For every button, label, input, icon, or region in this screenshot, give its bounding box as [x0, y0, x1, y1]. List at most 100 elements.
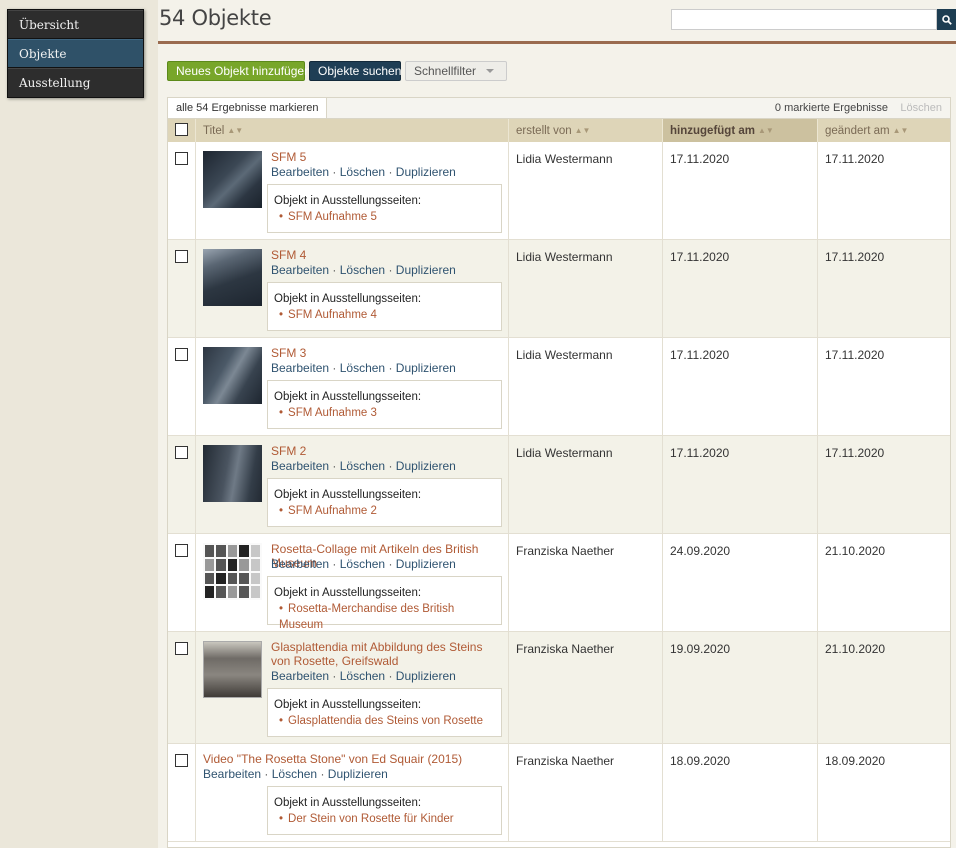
exhibit-page-link[interactable]: SFM Aufnahme 3 [274, 405, 501, 421]
quick-filter-dropdown[interactable]: Schnellfilter [405, 61, 507, 81]
delete-link[interactable]: Löschen [340, 557, 385, 571]
title-cell: Video "The Rosetta Stone" von Ed Squair … [196, 744, 509, 841]
edit-link[interactable]: Bearbeiten [203, 767, 261, 781]
column-modified[interactable]: geändert am ▲▼ [818, 119, 950, 142]
batch-delete-button[interactable]: Löschen [900, 98, 942, 118]
exhibit-page-link[interactable]: Der Stein von Rosette für Kinder [274, 811, 501, 827]
title-cell: SFM 4 Bearbeiten · Löschen · Duplizieren… [196, 240, 509, 337]
creator-text: Lidia Westermann [516, 250, 613, 264]
added-cell: 18.09.2020 [663, 744, 818, 841]
object-thumbnail[interactable] [203, 445, 262, 502]
row-checkbox[interactable] [175, 348, 188, 361]
title-cell: Rosetta-Collage mit Artikeln des British… [196, 534, 509, 631]
exhibit-pages-label: Objekt in Ausstellungsseiten: [274, 699, 422, 711]
object-thumbnail[interactable] [203, 249, 262, 306]
search-input[interactable] [671, 9, 937, 30]
edit-link[interactable]: Bearbeiten [271, 557, 329, 571]
delete-link[interactable]: Löschen [340, 669, 385, 683]
exhibit-pages-box: Objekt in Ausstellungsseiten: SFM Aufnah… [267, 282, 502, 331]
action-separator: · [388, 263, 393, 277]
creator-cell: Franziska Naether [509, 744, 663, 841]
table-row: SFM 3 Bearbeiten · Löschen · Duplizieren… [168, 338, 950, 436]
object-title-link[interactable]: SFM 5 [271, 150, 503, 164]
exhibit-page-link[interactable]: SFM Aufnahme 5 [274, 209, 501, 225]
exhibit-pages-box: Objekt in Ausstellungsseiten: Rosetta-Me… [267, 576, 502, 631]
object-title-link[interactable]: Video "The Rosetta Stone" von Ed Squair … [203, 752, 503, 766]
nav-item-objects[interactable]: Objekte [8, 39, 143, 68]
search-button[interactable] [937, 9, 956, 30]
action-separator: · [332, 459, 337, 473]
column-added[interactable]: hinzugefügt am ▲▼ [663, 119, 818, 142]
modified-date: 17.11.2020 [825, 348, 885, 362]
edit-link[interactable]: Bearbeiten [271, 361, 329, 375]
duplicate-link[interactable]: Duplizieren [396, 361, 456, 375]
object-thumbnail[interactable] [203, 543, 262, 600]
duplicate-link[interactable]: Duplizieren [396, 165, 456, 179]
row-checkbox[interactable] [175, 152, 188, 165]
row-checkbox[interactable] [175, 544, 188, 557]
delete-link[interactable]: Löschen [340, 263, 385, 277]
exhibit-page-link[interactable]: SFM Aufnahme 2 [274, 503, 501, 519]
duplicate-link[interactable]: Duplizieren [396, 263, 456, 277]
duplicate-link[interactable]: Duplizieren [328, 767, 388, 781]
object-title-link[interactable]: SFM 4 [271, 248, 503, 262]
table-row: Rosetta-Collage mit Artikeln des British… [168, 534, 950, 632]
creator-cell: Lidia Westermann [509, 338, 663, 435]
object-thumbnail[interactable] [203, 347, 262, 404]
edit-link[interactable]: Bearbeiten [271, 459, 329, 473]
exhibit-page-link[interactable]: Glasplattendia des Steins von Rosette [274, 713, 501, 729]
creator-text: Lidia Westermann [516, 446, 613, 460]
creator-cell: Lidia Westermann [509, 240, 663, 337]
delete-link[interactable]: Löschen [340, 165, 385, 179]
nav-item-exhibits[interactable]: Ausstellung [8, 68, 143, 97]
object-title-link[interactable]: SFM 3 [271, 346, 503, 360]
column-title[interactable]: Titel ▲▼ [196, 119, 509, 142]
delete-link[interactable]: Löschen [340, 361, 385, 375]
action-separator: · [388, 669, 393, 683]
exhibit-page-link[interactable]: SFM Aufnahme 4 [274, 307, 501, 323]
exhibit-page-link[interactable]: Rosetta-Merchandise des British Museum [274, 601, 501, 633]
table-row: Glasplattendia mit Abbildung des Steins … [168, 632, 950, 744]
added-date: 17.11.2020 [670, 446, 730, 460]
exhibit-pages-label: Objekt in Ausstellungsseiten: [274, 391, 422, 403]
column-creator[interactable]: erstellt von ▲▼ [509, 119, 663, 142]
sort-icon: ▲▼ [892, 126, 909, 135]
search-objects-button[interactable]: Objekte suchen [309, 61, 401, 81]
column-title-label: Titel [203, 125, 225, 137]
modified-cell: 18.09.2020 [818, 744, 950, 841]
row-checkbox[interactable] [175, 250, 188, 263]
row-actions: Bearbeiten · Löschen · Duplizieren [271, 263, 456, 277]
object-thumbnail[interactable] [203, 641, 262, 698]
sort-icon: ▲▼ [757, 126, 774, 135]
add-object-button[interactable]: Neues Objekt hinzufügen [167, 61, 311, 81]
exhibit-pages-box: Objekt in Ausstellungsseiten: SFM Aufnah… [267, 184, 502, 233]
chevron-down-icon [486, 69, 494, 73]
select-all-checkbox[interactable] [175, 123, 188, 136]
object-title-link[interactable]: SFM 2 [271, 444, 503, 458]
added-date: 24.09.2020 [670, 544, 731, 558]
duplicate-link[interactable]: Duplizieren [396, 669, 456, 683]
creator-cell: Franziska Naether [509, 632, 663, 743]
modified-cell: 21.10.2020 [818, 534, 950, 631]
select-all-results-link[interactable]: alle 54 Ergebnisse markieren [168, 98, 328, 118]
row-checkbox[interactable] [175, 642, 188, 655]
row-checkbox[interactable] [175, 754, 188, 767]
object-title-link[interactable]: Glasplattendia mit Abbildung des Steins … [271, 640, 503, 668]
row-checkbox-cell [168, 240, 196, 337]
delete-link[interactable]: Löschen [340, 459, 385, 473]
exhibit-pages-label: Objekt in Ausstellungsseiten: [274, 293, 422, 305]
creator-cell: Franziska Naether [509, 534, 663, 631]
edit-link[interactable]: Bearbeiten [271, 165, 329, 179]
row-actions: Bearbeiten · Löschen · Duplizieren [271, 557, 456, 571]
duplicate-link[interactable]: Duplizieren [396, 557, 456, 571]
edit-link[interactable]: Bearbeiten [271, 263, 329, 277]
nav-item-overview[interactable]: Übersicht [8, 10, 143, 39]
title-cell: Glasplattendia mit Abbildung des Steins … [196, 632, 509, 743]
delete-link[interactable]: Löschen [272, 767, 317, 781]
object-thumbnail[interactable] [203, 151, 262, 208]
duplicate-link[interactable]: Duplizieren [396, 459, 456, 473]
exhibit-pages-label: Objekt in Ausstellungsseiten: [274, 195, 422, 207]
edit-link[interactable]: Bearbeiten [271, 669, 329, 683]
modified-cell: 17.11.2020 [818, 142, 950, 239]
row-checkbox[interactable] [175, 446, 188, 459]
